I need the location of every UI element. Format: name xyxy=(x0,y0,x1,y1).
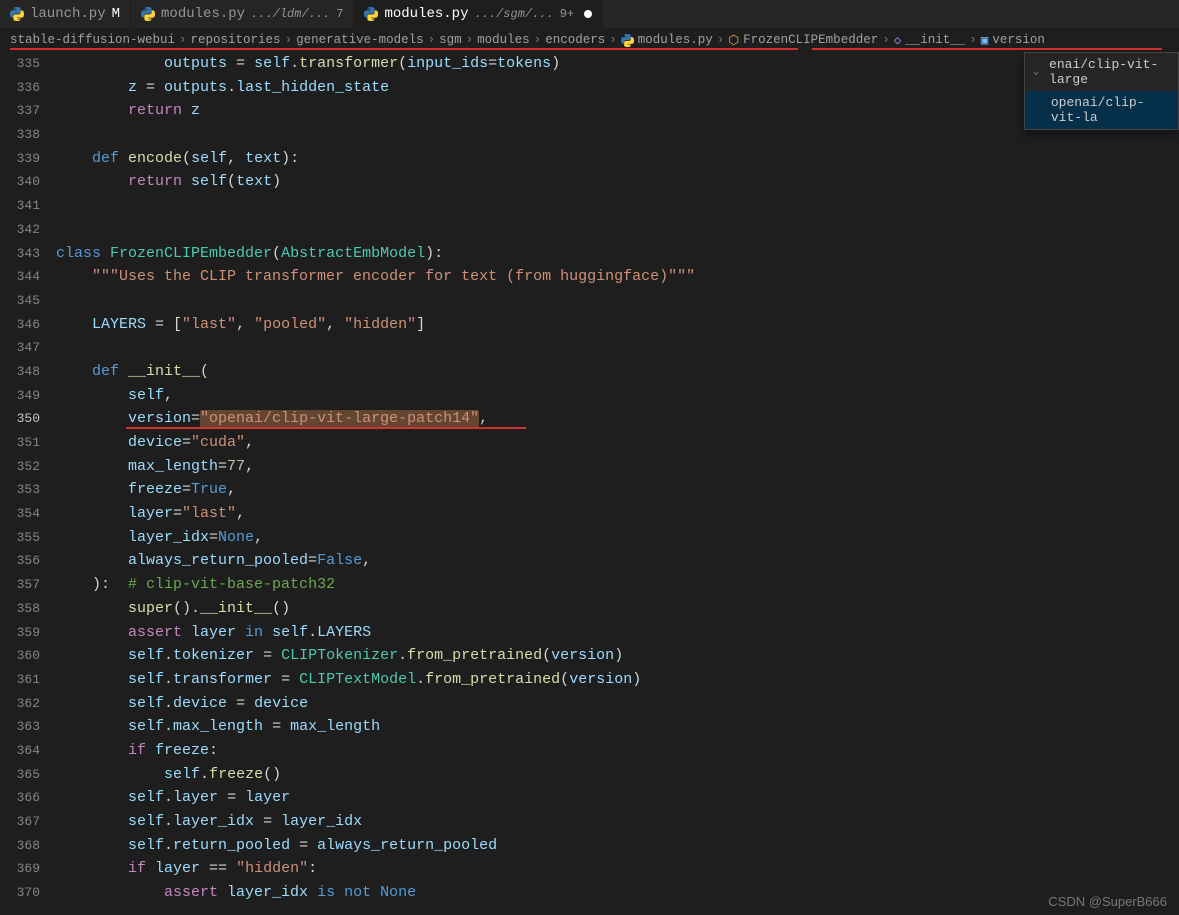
bc-modules[interactable]: modules xyxy=(477,33,530,47)
bc-class[interactable]: ⬡ FrozenCLIPEmbedder xyxy=(728,32,878,48)
bc-file[interactable]: modules.py xyxy=(621,33,713,47)
line-gutter: 3353363373383393403413423433443453463473… xyxy=(0,52,56,915)
tab-bar: launch.py M modules.py .../ldm/... 7 mod… xyxy=(0,0,1179,28)
bc-root[interactable]: stable-diffusion-webui xyxy=(10,33,175,47)
watermark: CSDN @SuperB666 xyxy=(1048,894,1167,909)
chevron-icon: › xyxy=(717,33,725,47)
python-icon xyxy=(621,34,634,47)
chevron-icon: › xyxy=(428,33,436,47)
chevron-down-icon: ⌄ xyxy=(1033,66,1039,78)
python-icon xyxy=(10,7,24,21)
bc-sgm[interactable]: sgm xyxy=(439,33,462,47)
dropdown-item[interactable]: ⌄ enai/clip-vit-large xyxy=(1025,53,1178,91)
bc-var[interactable]: ▣ version xyxy=(981,32,1045,48)
bc-method[interactable]: ◇ __init__ xyxy=(894,32,966,48)
chevron-icon: › xyxy=(179,33,187,47)
tab-label: modules.py xyxy=(161,6,245,22)
bc-encoders[interactable]: encoders xyxy=(545,33,605,47)
python-icon xyxy=(364,7,378,21)
tab-modules-ldm[interactable]: modules.py .../ldm/... 7 xyxy=(131,0,354,28)
chevron-icon: › xyxy=(534,33,542,47)
chevron-icon: › xyxy=(466,33,474,47)
dirty-indicator xyxy=(584,10,592,18)
chevron-icon: › xyxy=(609,33,617,47)
bc-repos[interactable]: repositories xyxy=(191,33,281,47)
tab-launch[interactable]: launch.py M xyxy=(0,0,131,28)
breadcrumb-dropdown: ⌄ enai/clip-vit-large openai/clip-vit-la xyxy=(1024,52,1179,130)
chevron-icon: › xyxy=(882,33,890,47)
python-icon xyxy=(141,7,155,21)
tab-modifier: 7 xyxy=(336,7,343,21)
bc-gen[interactable]: generative-models xyxy=(296,33,424,47)
chevron-icon: › xyxy=(969,33,977,47)
tab-path: .../ldm/... xyxy=(251,7,330,21)
tab-path: .../sgm/... xyxy=(474,7,553,21)
code-area[interactable]: outputs = self.transformer(input_ids=tok… xyxy=(56,52,1179,915)
breadcrumb: stable-diffusion-webui › repositories › … xyxy=(0,28,1179,52)
code-editor[interactable]: 3353363373383393403413423433443453463473… xyxy=(0,52,1179,915)
tab-label: modules.py xyxy=(384,6,468,22)
dropdown-item-selected[interactable]: openai/clip-vit-la xyxy=(1025,91,1178,129)
tab-modifier: M xyxy=(112,6,120,22)
tab-modules-sgm[interactable]: modules.py .../sgm/... 9+ xyxy=(354,0,603,28)
chevron-icon: › xyxy=(285,33,293,47)
tab-modifier: 9+ xyxy=(560,7,574,21)
tab-label: launch.py xyxy=(30,6,106,22)
